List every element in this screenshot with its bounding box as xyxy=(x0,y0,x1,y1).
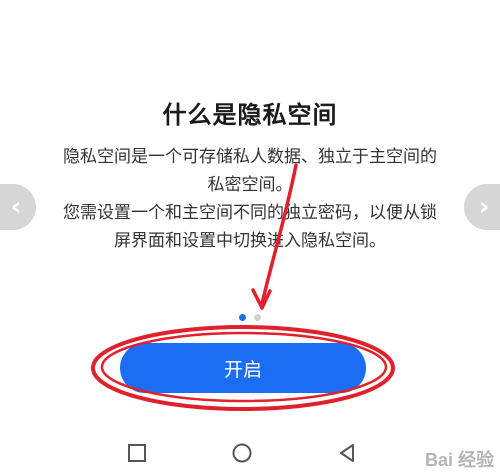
carousel-next-button[interactable]: › xyxy=(464,184,500,230)
square-icon[interactable] xyxy=(126,442,148,464)
description-line: 您需设置一个和主空间不同的独立密码，以便从锁 xyxy=(63,203,437,223)
chevron-left-icon: ‹ xyxy=(10,192,22,222)
circle-icon[interactable] xyxy=(231,442,253,464)
triangle-back-icon[interactable] xyxy=(336,442,358,464)
description-line: 私密空间。 xyxy=(207,175,293,195)
page-indicator xyxy=(0,314,500,321)
watermark: Bai 经验 xyxy=(424,450,494,470)
description-line: 屏界面和设置中切换进入隐私空间。 xyxy=(114,231,386,251)
description: 隐私空间是一个可存储私人数据、独立于主空间的 私密空间。 您需设置一个和主空间不… xyxy=(38,143,462,255)
annotation-arrowhead xyxy=(251,288,272,310)
page-dot-active xyxy=(239,314,246,321)
carousel-prev-button[interactable]: ‹ xyxy=(0,184,36,230)
page-title: 什么是隐私空间 xyxy=(162,101,338,129)
open-button[interactable]: 开启 xyxy=(120,343,366,393)
description-line: 隐私空间是一个可存储私人数据、独立于主空间的 xyxy=(63,147,437,167)
page-dot xyxy=(254,314,261,321)
chevron-right-icon: › xyxy=(478,192,490,222)
